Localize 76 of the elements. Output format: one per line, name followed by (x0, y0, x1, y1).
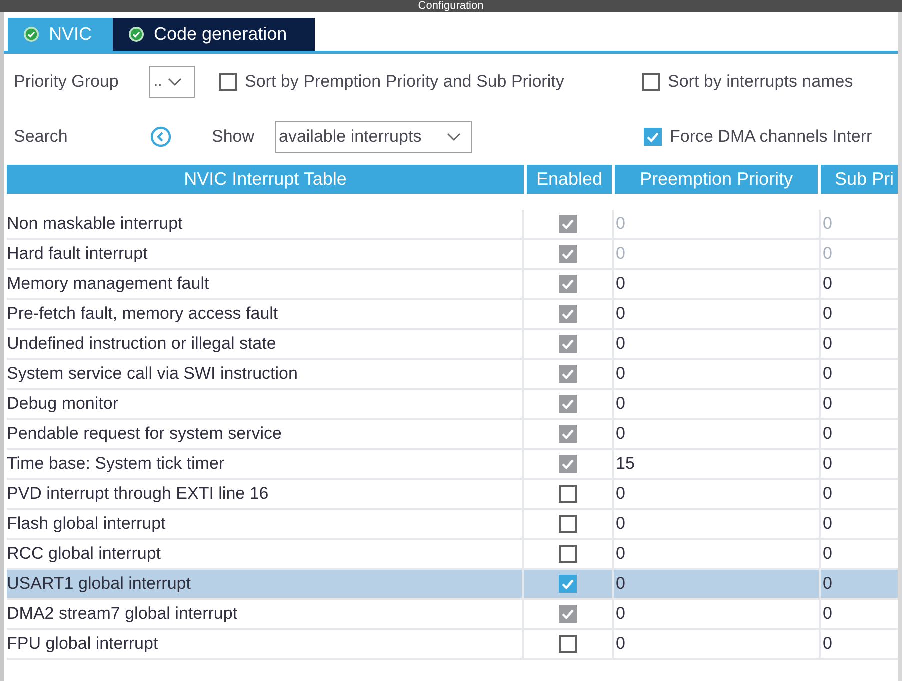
table-cell-text: 0 (822, 393, 834, 416)
table-cell: Pre-fetch fault, memory access fault (7, 300, 524, 328)
priority-group-dropdown[interactable]: .. (149, 66, 195, 98)
table-cell: 0 (614, 210, 821, 238)
column-header: Sub Pri (821, 165, 898, 194)
checkbox[interactable] (559, 635, 577, 653)
window-title: Configuration (418, 0, 484, 12)
table-cell: DMA2 stream7 global interrupt (7, 600, 524, 628)
table-cell: System service call via SWI instruction (7, 360, 524, 388)
table-row[interactable]: USART1 global interrupt 0 0 (7, 570, 898, 600)
table-cell-text: 0 (822, 573, 834, 596)
table-cell: 0 (614, 600, 821, 628)
checkbox[interactable] (559, 575, 577, 593)
table-row[interactable]: Flash global interrupt 0 0 (7, 510, 898, 540)
table-cell: Debug monitor (7, 390, 524, 418)
table-cell: Memory management fault (7, 270, 524, 298)
check-circle-icon (24, 27, 39, 42)
table-cell: 0 (614, 570, 821, 598)
table-cell: 0 (614, 510, 821, 538)
tab[interactable]: Code generation (113, 18, 315, 51)
checkbox[interactable] (219, 73, 237, 91)
table-cell: 0 (614, 330, 821, 358)
table-cell: 0 (614, 240, 821, 268)
table-cell-text: 0 (822, 303, 834, 326)
table-cell-text: 0 (822, 273, 834, 296)
field-label: Search (14, 126, 69, 148)
table-cell: 15 (614, 450, 821, 478)
field-label: Show (212, 126, 256, 148)
checkbox-label: Sort by Premption Priority and Sub Priority (245, 71, 564, 94)
table-cell: Pendable request for system service (7, 420, 524, 448)
table-cell: 0 (614, 360, 821, 388)
back-circle-icon[interactable] (150, 126, 172, 148)
table-cell-text: 0 (822, 513, 834, 536)
table-row[interactable]: PVD interrupt through EXTI line 16 0 0 (7, 480, 898, 510)
table-cell: 0 (614, 270, 821, 298)
table-cell-text: 0 (822, 543, 834, 566)
table-cell: 0 (614, 300, 821, 328)
table-cell-text: 0 (822, 243, 834, 266)
table-cell-text: 0 (822, 453, 834, 476)
table-cell: FPU global interrupt (7, 630, 524, 658)
table-row[interactable]: FPU global interrupt 0 0 (7, 630, 898, 660)
table-cell-text: 0 (822, 633, 834, 656)
checkbox[interactable] (559, 485, 577, 503)
table-cell-text: 0 (822, 333, 834, 356)
column-header: Enabled (527, 165, 612, 194)
table-cell: 0 (614, 420, 821, 448)
table-cell: Undefined instruction or illegal state (7, 330, 524, 358)
chevron-down-icon (168, 78, 182, 86)
checkbox[interactable] (644, 128, 662, 146)
table-cell: 0 (614, 540, 821, 568)
table-cell-text: 0 (822, 363, 834, 386)
table-cell: PVD interrupt through EXTI line 16 (7, 480, 524, 508)
table-cell: RCC global interrupt (7, 540, 524, 568)
show-dropdown[interactable]: available interrupts (275, 121, 472, 153)
table-cell-text: 0 (822, 483, 834, 506)
table-cell: Flash global interrupt (7, 510, 524, 538)
field-label: Priority Group (14, 71, 120, 94)
table-cell: 0 (614, 630, 821, 658)
table-cell: 0 (614, 480, 821, 508)
column-header: NVIC Interrupt Table (7, 165, 524, 194)
chevron-down-icon (447, 133, 461, 141)
table-cell: Non maskable interrupt (7, 210, 524, 238)
check-circle-icon (129, 27, 144, 42)
column-header: Preemption Priority (615, 165, 818, 194)
table-cell-text: 0 (822, 423, 834, 446)
table-cell-text: 0 (822, 603, 834, 626)
table-cell: Hard fault interrupt (7, 240, 524, 268)
checkbox[interactable] (559, 515, 577, 533)
checkbox-label: Force DMA channels Interr (670, 126, 872, 148)
table-cell-text: 0 (822, 213, 834, 236)
checkbox[interactable] (559, 545, 577, 563)
checkbox[interactable] (642, 73, 660, 91)
table-cell: Time base: System tick timer (7, 450, 524, 478)
checkbox-label: Sort by interrupts names (668, 71, 854, 94)
table-cell: 0 (614, 390, 821, 418)
table-cell: USART1 global interrupt (7, 570, 524, 598)
